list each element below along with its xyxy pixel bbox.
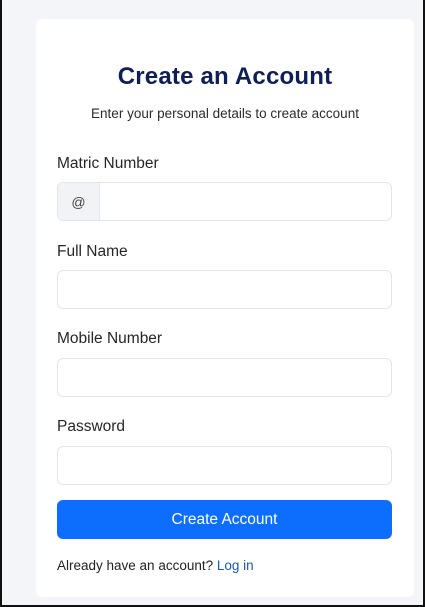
mobile-number-field [57,358,392,397]
create-account-button[interactable]: Create Account [57,500,392,539]
password-field [57,446,392,485]
register-card: Create an Account Enter your personal de… [36,19,414,597]
login-prompt: Already have an account? Log in [57,558,254,573]
page-subtitle: Enter your personal details to create ac… [91,106,359,121]
full-name-input[interactable] [58,271,391,308]
full-name-field [57,270,392,309]
password-label: Password [57,418,126,435]
matric-number-field: @ [57,182,392,221]
at-sign-icon: @ [58,183,100,220]
matric-number-label: Matric Number [57,155,159,172]
login-link[interactable]: Log in [217,558,254,573]
page-title: Create an Account [117,63,333,90]
login-prompt-text: Already have an account? [57,558,217,573]
mobile-number-label: Mobile Number [57,330,163,347]
password-input[interactable] [58,447,391,484]
full-name-label: Full Name [57,243,128,260]
mobile-number-input[interactable] [58,359,391,396]
page-frame: Create an Account Enter your personal de… [0,0,425,607]
matric-number-input[interactable] [100,183,391,220]
